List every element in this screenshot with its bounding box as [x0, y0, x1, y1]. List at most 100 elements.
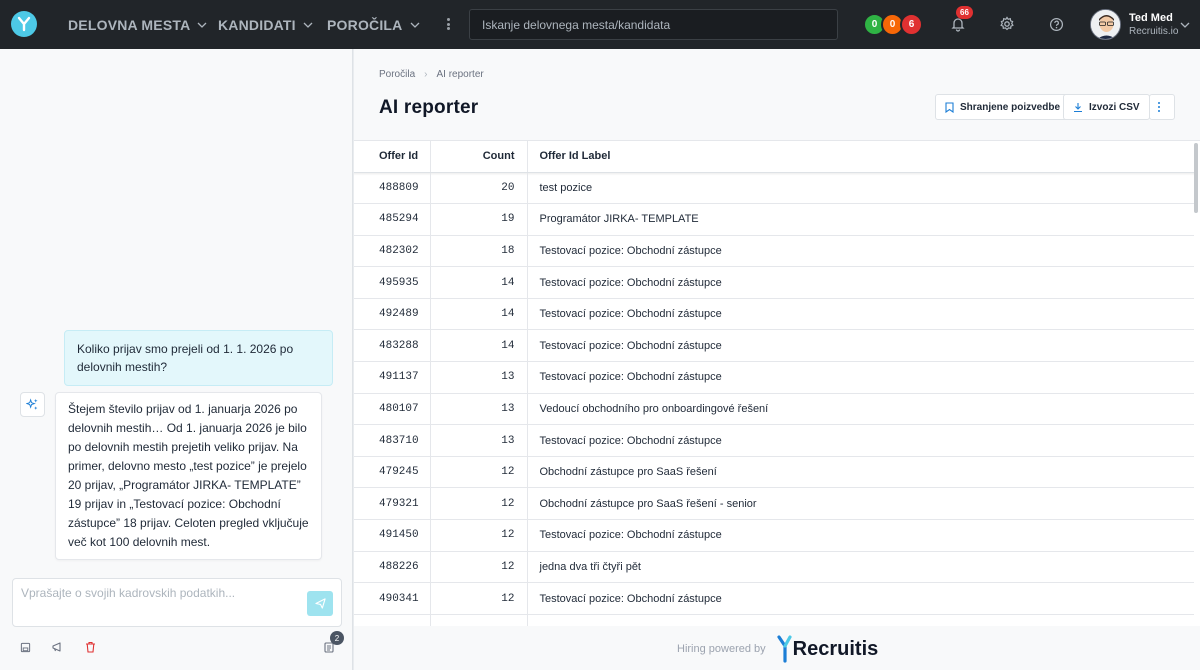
table-row[interactable] [354, 614, 1194, 626]
report-results-table: Offer Id Count Offer Id Label 488809 20 te… [354, 140, 1200, 626]
status-badge-red[interactable]: 6 [900, 13, 923, 36]
delete-chat-button[interactable] [83, 640, 97, 654]
cell-offer-id: 483710 [354, 424, 431, 457]
table-row[interactable]: 479245 12 Obchodní zástupce pro SaaS řešen… [354, 456, 1194, 489]
table-row[interactable]: 485294 19 Programátor JIRKA- TEMPLATE [354, 203, 1194, 236]
export-csv-label: Izvozi CSV [1089, 101, 1140, 113]
cell-offer-id: 491450 [354, 519, 431, 552]
cell-offer-id-label: Testovací pozice: Obchodní zástupce [527, 582, 1194, 615]
table-row[interactable]: 488226 12 jedna dva tři čtyři pět [354, 551, 1194, 584]
cell-offer-id-label: jedna dva tři čtyři pět [527, 551, 1194, 584]
breadcrumb-separator-icon: › [424, 69, 428, 80]
chat-input-box [12, 578, 342, 627]
cell-count: 12 [430, 456, 528, 489]
help-button[interactable] [1046, 14, 1066, 34]
table-row[interactable]: 480107 13 Vedoucí obchodního pro onboardin… [354, 393, 1194, 426]
cell-offer-id: 488226 [354, 551, 431, 584]
announce-button[interactable] [50, 640, 64, 654]
column-header-offer-id[interactable]: Offer Id [354, 141, 431, 173]
cell-offer-id-label: Testovací pozice: Obchodní zástupce [527, 424, 1194, 457]
footer-powered-by-text: Hiring powered by [677, 643, 766, 655]
table-row[interactable]: 491137 13 Testovací pozice: Obchodní zástu… [354, 361, 1194, 394]
trash-icon [85, 641, 95, 653]
cell-count: 12 [430, 487, 528, 521]
recruitis-logo-icon [17, 16, 31, 32]
report-main-area: Poročila › AI reporter AI reporter Shran… [354, 49, 1200, 670]
settings-button[interactable] [997, 14, 1017, 34]
cell-offer-id: 482302 [354, 235, 431, 268]
table-row[interactable]: 488809 20 test pozice [354, 172, 1194, 205]
nav-kandidati[interactable]: KANDIDATI [218, 0, 313, 49]
megaphone-icon [52, 642, 61, 652]
table-scrollbar[interactable] [1194, 143, 1198, 213]
chat-question-input[interactable] [21, 586, 301, 600]
table-row[interactable]: 482302 18 Testovací pozice: Obchodní zástu… [354, 235, 1194, 268]
chevron-down-icon [197, 22, 207, 28]
cell-count: 18 [430, 235, 528, 268]
save-chat-button[interactable] [18, 640, 32, 654]
table-row[interactable]: 483710 13 Testovací pozice: Obchodní zástu… [354, 424, 1194, 457]
send-icon [314, 598, 326, 609]
breadcrumb: Poročila › AI reporter [379, 69, 484, 80]
nav-delovna-mesta[interactable]: DELOVNA MESTA [68, 0, 207, 49]
cell-count: 12 [430, 551, 528, 584]
nav-porocila[interactable]: POROČILA [327, 0, 420, 49]
bookmark-icon [945, 101, 954, 113]
send-message-button[interactable] [307, 591, 333, 616]
gear-icon [1000, 16, 1014, 31]
ai-chat-panel: Koliko prijav smo prejeli od 1. 1. 2026 … [0, 49, 353, 670]
cell-offer-id-label [527, 614, 1194, 626]
cell-offer-id: 479321 [354, 487, 431, 521]
column-header-count[interactable]: Count [430, 141, 528, 173]
more-menu-icon[interactable] [443, 15, 453, 33]
table-row[interactable]: 491450 12 Testovací pozice: Obchodní zástu… [354, 519, 1194, 552]
cell-offer-id [354, 614, 431, 626]
table-row[interactable]: 495935 14 Testovací pozice: Obchodní zástu… [354, 266, 1194, 299]
cell-offer-id-label: Obchodní zástupce pro SaaS řešení [527, 456, 1194, 489]
cell-offer-id: 480107 [354, 393, 431, 426]
cell-offer-id-label: Testovací pozice: Obchodní zástupce [527, 235, 1194, 268]
user-menu[interactable]: Ted Med Recruitis.io [1090, 9, 1178, 40]
table-row[interactable]: 479321 12 Obchodní zástupce pro SaaS řešen… [354, 487, 1194, 521]
cell-count: 20 [430, 172, 528, 205]
table-header-row: Offer Id Count Offer Id Label [354, 141, 1194, 173]
cell-offer-id-label: Vedoucí obchodního pro onboardingové řeš… [527, 393, 1194, 426]
report-more-button[interactable] [1149, 94, 1175, 120]
cell-offer-id-label: Testovací pozice: Obchodní zástupce [527, 298, 1194, 331]
table-row[interactable]: 492489 14 Testovací pozice: Obchodní zástu… [354, 298, 1194, 331]
saved-queries-button[interactable]: Shranjene poizvedbe [935, 94, 1071, 120]
table-row[interactable]: 490341 12 Testovací pozice: Obchodní zástu… [354, 582, 1194, 615]
history-count-badge: 2 [330, 631, 344, 645]
global-search-input[interactable] [469, 9, 838, 40]
cell-offer-id: 483288 [354, 329, 431, 363]
download-icon [1074, 102, 1082, 112]
recruitis-logo-icon [777, 635, 792, 663]
notification-count-badge: 66 [956, 6, 973, 19]
nav-label: DELOVNA MESTA [68, 16, 191, 33]
cell-count: 12 [430, 519, 528, 552]
recruitis-brand-logo: Recruitis [777, 635, 879, 663]
cell-offer-id: 490341 [354, 582, 431, 615]
cell-offer-id-label: Testovací pozice: Obchodní zástupce [527, 519, 1194, 552]
floppy-disk-icon [20, 642, 30, 652]
brand-name: Recruitis [792, 637, 879, 660]
ai-assistant-avatar [20, 392, 45, 417]
user-organization: Recruitis.io [1129, 26, 1179, 37]
column-header-offer-id-label[interactable]: Offer Id Label [527, 141, 1194, 173]
page-title: AI reporter [379, 97, 479, 118]
app-logo[interactable] [11, 11, 37, 37]
cell-count: 13 [430, 361, 528, 394]
cell-count: 13 [430, 424, 528, 457]
table-row[interactable]: 483288 14 Testovací pozice: Obchodní zástu… [354, 329, 1194, 363]
chevron-down-icon[interactable] [1180, 20, 1190, 30]
cell-offer-id-label: Testovací pozice: Obchodní zástupce [527, 266, 1194, 299]
cell-offer-id: 491137 [354, 361, 431, 394]
cell-offer-id: 492489 [354, 298, 431, 331]
ai-chat-message: Štejem število prijav od 1. januarja 202… [55, 392, 322, 560]
breadcrumb-item-porocila[interactable]: Poročila [379, 69, 415, 80]
user-name: Ted Med [1129, 12, 1173, 24]
breadcrumb-item-ai-reporter: AI reporter [436, 69, 484, 80]
cell-offer-id-label: test pozice [527, 172, 1194, 205]
cell-count: 14 [430, 329, 528, 363]
export-csv-button[interactable]: Izvozi CSV [1063, 94, 1150, 120]
